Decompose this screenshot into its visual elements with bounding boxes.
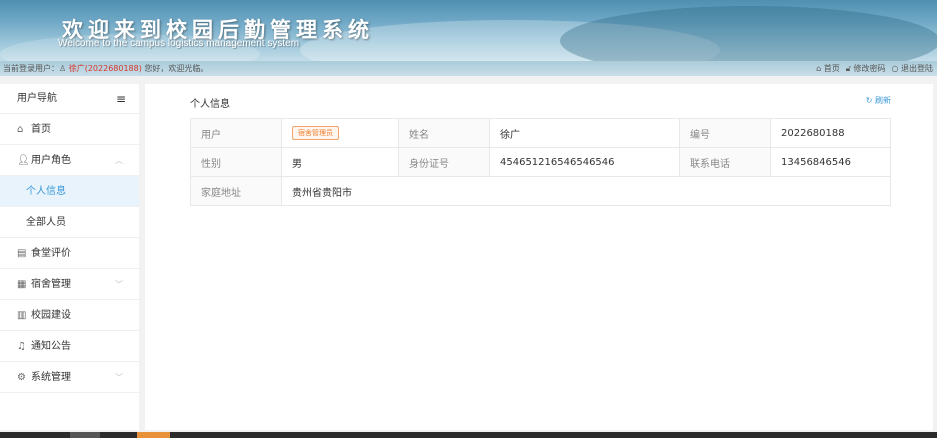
building-icon: ▦ bbox=[17, 279, 27, 290]
sidebar-item-dorm-management[interactable]: ▦ 宿舍管理 ﹀ bbox=[0, 269, 139, 300]
table-row: 用户 宿舍管理员 姓名 徐广 编号 2022680188 bbox=[190, 118, 891, 148]
sidebar-item-campus-construction[interactable]: ▥ 校园建设 bbox=[0, 300, 139, 331]
power-icon: ○ bbox=[891, 64, 901, 73]
personal-info-table: 用户 宿舍管理员 姓名 徐广 编号 2022680188 性别 男 身份证号 4… bbox=[190, 118, 891, 206]
sidebar-item-canteen-review[interactable]: ▤ 食堂评价 bbox=[0, 238, 139, 269]
sidebar-subitem-all-staff[interactable]: 全部人员 bbox=[0, 207, 139, 238]
system-subtitle: Welcome to the campus logistics manageme… bbox=[58, 38, 300, 49]
change-password-label: 修改密码 bbox=[853, 64, 886, 73]
taskbar-segment bbox=[137, 432, 170, 438]
chevron-down-icon: ﹀ bbox=[115, 280, 123, 289]
field-value: 贵州省贵阳市 bbox=[281, 176, 891, 206]
sidebar: 用户导航 ≡ ⌂ 首页 👤︎用户角色 ︿ 个人信息 全部人员 ▤ 食堂评价 ▦ 宿舍管… bbox=[0, 84, 139, 430]
home-icon: ⌂ bbox=[17, 124, 24, 135]
logout-link[interactable]: ○ 退出登陆 bbox=[891, 61, 933, 76]
field-value: 2022680188 bbox=[770, 118, 891, 148]
home-icon: ⌂ bbox=[816, 64, 824, 73]
table-row: 性别 男 身份证号 454651216546546546 联系电话 134568… bbox=[190, 147, 891, 177]
refresh-button[interactable]: ↻ 刷新 bbox=[866, 95, 891, 106]
sidebar-item-label: 食堂评价 bbox=[31, 248, 71, 259]
greeting-text: 您好，欢迎光临。 bbox=[141, 64, 209, 73]
sidebar-item-notices[interactable]: ♫ 通知公告 bbox=[0, 331, 139, 362]
header-banner: 欢迎来到校园后勤管理系统 Welcome to the campus logis… bbox=[0, 0, 937, 61]
sidebar-item-label: 通知公告 bbox=[31, 341, 71, 352]
menu-toggle-icon[interactable]: ≡ bbox=[116, 84, 126, 114]
top-links: ⌂ 首页 🔓︎ 修改密码 ○ 退出登陆 bbox=[816, 61, 933, 76]
chart-icon: ▥ bbox=[17, 310, 27, 321]
chevron-down-icon: ﹀ bbox=[115, 373, 123, 382]
bottom-taskbar bbox=[0, 432, 937, 438]
role-badge: 宿舍管理员 bbox=[292, 126, 339, 140]
field-label: 编号 bbox=[679, 118, 771, 148]
home-link-label: 首页 bbox=[823, 64, 840, 73]
field-label: 家庭地址 bbox=[190, 176, 282, 206]
sidebar-header: 用户导航 ≡ bbox=[0, 84, 139, 114]
field-label: 联系电话 bbox=[679, 147, 771, 177]
field-label: 用户 bbox=[190, 118, 282, 148]
login-status: 当前登录用户：♙ 徐广(2022680188) 您好，欢迎光临。 bbox=[3, 61, 208, 76]
sidebar-item-user-roles[interactable]: 👤︎用户角色 ︿ bbox=[0, 145, 139, 176]
field-value: 13456846546 bbox=[770, 147, 891, 177]
field-label: 身份证号 bbox=[398, 147, 490, 177]
sidebar-item-home[interactable]: ⌂ 首页 bbox=[0, 114, 139, 145]
table-row: 家庭地址 贵州省贵阳市 bbox=[190, 176, 891, 206]
current-username: 徐广(2022680188) bbox=[68, 64, 142, 73]
gear-icon: ⚙ bbox=[17, 372, 26, 383]
sidebar-item-label: 校园建设 bbox=[31, 310, 71, 321]
person-icon: ♙ bbox=[59, 64, 69, 73]
refresh-label: 刷新 bbox=[875, 96, 891, 105]
logout-label: 退出登陆 bbox=[901, 64, 933, 73]
page-title: 个人信息 bbox=[190, 99, 230, 110]
field-label: 姓名 bbox=[398, 118, 490, 148]
sidebar-header-label: 用户导航 bbox=[17, 93, 57, 104]
sidebar-item-label: 系统管理 bbox=[31, 372, 71, 383]
bell-icon: ♫ bbox=[17, 341, 26, 352]
chevron-up-icon: ︿ bbox=[115, 156, 123, 165]
field-value: 徐广 bbox=[489, 118, 680, 148]
field-value: 男 bbox=[281, 147, 399, 177]
field-value: 宿舍管理员 bbox=[281, 118, 399, 148]
user-info-bar: 当前登录用户：♙ 徐广(2022680188) 您好，欢迎光临。 ⌂ 首页 🔓︎… bbox=[0, 61, 937, 76]
home-link[interactable]: ⌂ 首页 bbox=[816, 61, 840, 76]
refresh-icon: ↻ bbox=[865, 96, 875, 105]
sidebar-item-label: 用户角色 bbox=[31, 155, 71, 166]
taskbar-segment bbox=[70, 432, 100, 438]
change-password-link[interactable]: 🔓︎ 修改密码 bbox=[846, 61, 886, 76]
sidebar-item-label: 首页 bbox=[31, 124, 51, 135]
document-icon: ▤ bbox=[17, 248, 27, 259]
panel-header: 个人信息 ↻ 刷新 bbox=[145, 84, 933, 116]
user-icon: 👤︎ bbox=[17, 155, 30, 166]
field-value: 454651216546546546 bbox=[489, 147, 680, 177]
banner-decoration bbox=[560, 6, 937, 61]
sidebar-subitem-personal-info[interactable]: 个人信息 bbox=[0, 176, 139, 207]
sidebar-item-label: 宿舍管理 bbox=[31, 279, 71, 290]
field-label: 性别 bbox=[190, 147, 282, 177]
sidebar-item-system-management[interactable]: ⚙ 系统管理 ﹀ bbox=[0, 362, 139, 393]
main-panel: 个人信息 ↻ 刷新 用户 宿舍管理员 姓名 徐广 编号 2022680188 性… bbox=[145, 84, 933, 430]
login-prefix: 当前登录用户： bbox=[3, 64, 59, 73]
